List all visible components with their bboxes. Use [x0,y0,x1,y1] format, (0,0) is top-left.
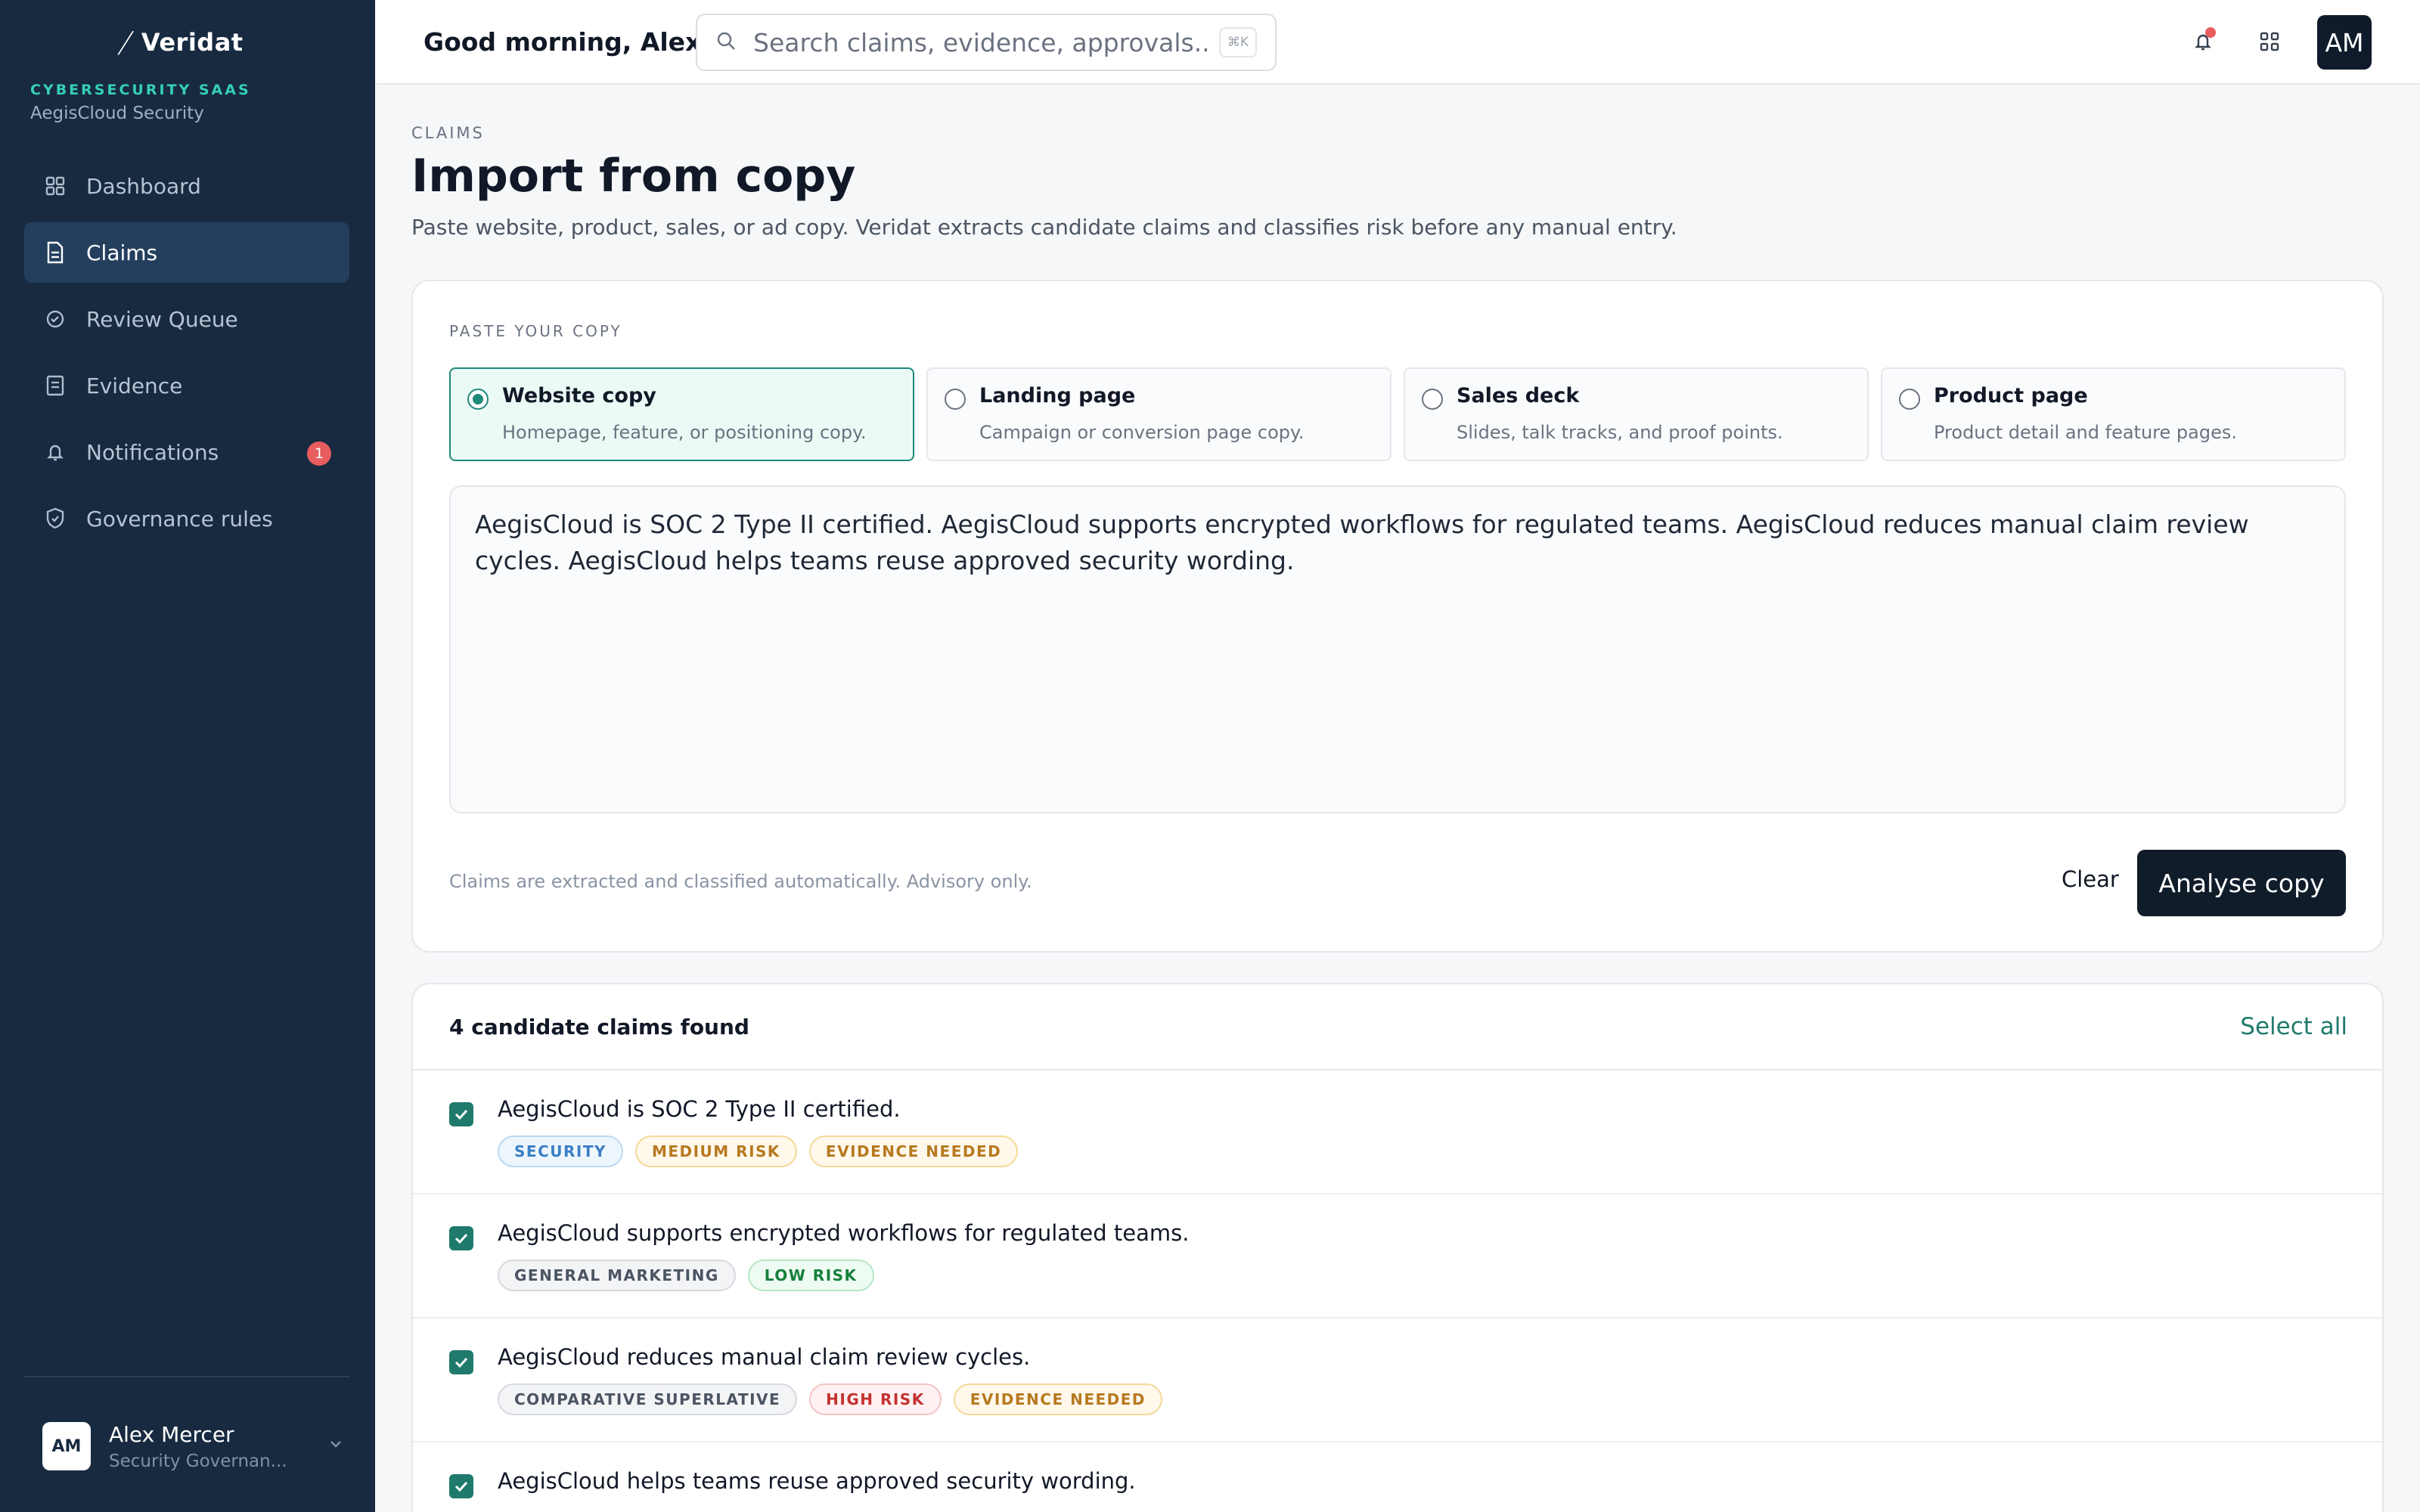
list-item: AegisCloud reduces manual claim review c… [413,1318,2382,1442]
claim-tags: SECURITY MEDIUM RISK EVIDENCE NEEDED [498,1136,1019,1167]
notifications-button[interactable] [2190,27,2217,57]
option-sales-deck[interactable]: Sales deck Slides, talk tracks, and proo… [1404,367,1869,461]
org-name: AegisCloud Security [30,104,204,123]
claim-text: AegisCloud helps teams reuse approved se… [498,1468,1136,1494]
claims-found-count: 4 candidate claims found [449,1015,749,1040]
avatar: AM [42,1422,91,1470]
notification-count-badge: 1 [307,442,331,466]
option-description: Campaign or conversion page copy. [979,422,1305,443]
option-landing-page[interactable]: Landing page Campaign or conversion page… [926,367,1392,461]
radio-icon[interactable] [1899,389,1920,410]
advisory-footnote: Claims are extracted and classified auto… [449,871,1032,892]
review-icon [44,308,67,330]
sidebar-item-evidence[interactable]: Evidence [24,355,349,416]
radio-selected-icon[interactable] [467,389,489,410]
candidate-claims-card: 4 candidate claims found Select all Aegi… [411,983,2384,1512]
claim-tags: GENERAL MARKETING LOW RISK [498,1259,874,1291]
dashboard-grid-icon [44,175,67,197]
apps-grid-icon [2257,32,2282,57]
risk-badge: MEDIUM RISK [634,1136,797,1167]
select-all-link[interactable]: Select all [2240,1013,2347,1040]
apps-grid-button[interactable] [2257,29,2284,56]
veridat-mark-icon: / [115,26,136,59]
page-title: Import from copy [411,150,856,203]
option-title: Landing page [979,384,1136,407]
section-kicker: PASTE YOUR COPY [449,322,622,340]
user-menu[interactable]: AM Alex Mercer Security Governan... [42,1420,345,1473]
option-title: Product page [1934,384,2088,407]
results-header: 4 candidate claims found Select all [413,984,2382,1070]
checkbox[interactable] [449,1474,473,1498]
sidebar-item-claims[interactable]: Claims [24,222,349,283]
risk-badge: HIGH RISK [809,1383,942,1415]
unread-dot [2205,27,2216,38]
chevron-down-icon[interactable] [327,1435,345,1456]
claim-text: AegisCloud supports encrypted workflows … [498,1220,1190,1246]
evidence-badge: EVIDENCE NEEDED [808,1136,1019,1167]
user-meta: Alex Mercer Security Governan... [109,1422,287,1471]
copy-textarea[interactable]: AegisCloud is SOC 2 Type II certified. A… [449,485,2346,813]
radio-icon[interactable] [945,389,966,410]
sidebar-item-label: Notifications [86,439,219,465]
brand-name: Veridat [141,28,244,57]
org-kicker: CYBERSECURITY SAAS [30,82,251,98]
page-subtitle: Paste website, product, sales, or ad cop… [411,215,1677,240]
sidebar-nav: Dashboard Claims Review Queue Evidence N… [24,156,349,555]
checkbox[interactable] [449,1102,473,1126]
sidebar-item-notifications[interactable]: Notifications 1 [24,422,349,482]
list-item: AegisCloud is SOC 2 Type II certified. S… [413,1070,2382,1194]
greeting: Good morning, Alex [424,27,702,57]
risk-badge: LOW RISK [747,1259,874,1291]
claim-text: AegisCloud is SOC 2 Type II certified. [498,1096,901,1122]
search-shortcut-hint: ⌘K [1219,27,1257,57]
search-icon [715,30,737,54]
sidebar-item-label: Evidence [86,373,183,398]
checkbox[interactable] [449,1350,473,1374]
sidebar-item-dashboard[interactable]: Dashboard [24,156,349,216]
document-icon [44,241,67,264]
option-description: Slides, talk tracks, and proof points. [1457,422,1783,443]
category-badge: SECURITY [498,1136,623,1167]
sidebar-item-review-queue[interactable]: Review Queue [24,289,349,349]
list-item: AegisCloud supports encrypted workflows … [413,1194,2382,1318]
evidence-badge: EVIDENCE NEEDED [953,1383,1163,1415]
option-website-copy[interactable]: Website copy Homepage, feature, or posit… [449,367,914,461]
sidebar-item-label: Dashboard [86,173,201,199]
sidebar-item-label: Review Queue [86,306,238,332]
sidebar-item-governance-rules[interactable]: Governance rules [24,488,349,549]
sidebar-divider [24,1376,349,1377]
checkbox[interactable] [449,1226,473,1250]
user-role: Security Governan... [109,1451,287,1471]
option-description: Homepage, feature, or positioning copy. [502,422,867,443]
user-name: Alex Mercer [109,1421,234,1447]
radio-icon[interactable] [1422,389,1443,410]
topbar: Good morning, Alex ⌘K AM [375,0,2420,85]
evidence-icon [44,374,67,397]
sidebar-item-label: Claims [86,240,158,265]
shield-icon [44,507,67,530]
breadcrumb: CLAIMS [411,124,485,142]
option-description: Product detail and feature pages. [1934,422,2237,443]
option-title: Sales deck [1457,384,1580,407]
list-item: AegisCloud helps teams reuse approved se… [413,1442,2382,1512]
claim-tags: COMPARATIVE SUPERLATIVE HIGH RISK EVIDEN… [498,1383,1163,1415]
brand-logo[interactable]: / Veridat [116,26,244,59]
clear-button[interactable]: Clear [2062,866,2119,892]
bell-icon [44,441,67,463]
analyse-copy-button[interactable]: Analyse copy [2137,850,2346,916]
bell-icon [2190,34,2216,57]
claim-text: AegisCloud reduces manual claim review c… [498,1344,1031,1370]
category-badge: COMPARATIVE SUPERLATIVE [498,1383,798,1415]
paste-copy-card: PASTE YOUR COPY Website copy Homepage, f… [411,280,2384,953]
option-title: Website copy [502,384,656,407]
search-box[interactable]: ⌘K [696,14,1277,71]
search-input[interactable] [753,27,1207,57]
sidebar: / Veridat CYBERSECURITY SAAS AegisCloud … [0,0,375,1512]
option-product-page[interactable]: Product page Product detail and feature … [1881,367,2346,461]
copy-type-options: Website copy Homepage, feature, or posit… [449,367,2346,461]
sidebar-item-label: Governance rules [86,506,273,531]
avatar[interactable]: AM [2317,15,2372,70]
category-badge: GENERAL MARKETING [498,1259,736,1291]
